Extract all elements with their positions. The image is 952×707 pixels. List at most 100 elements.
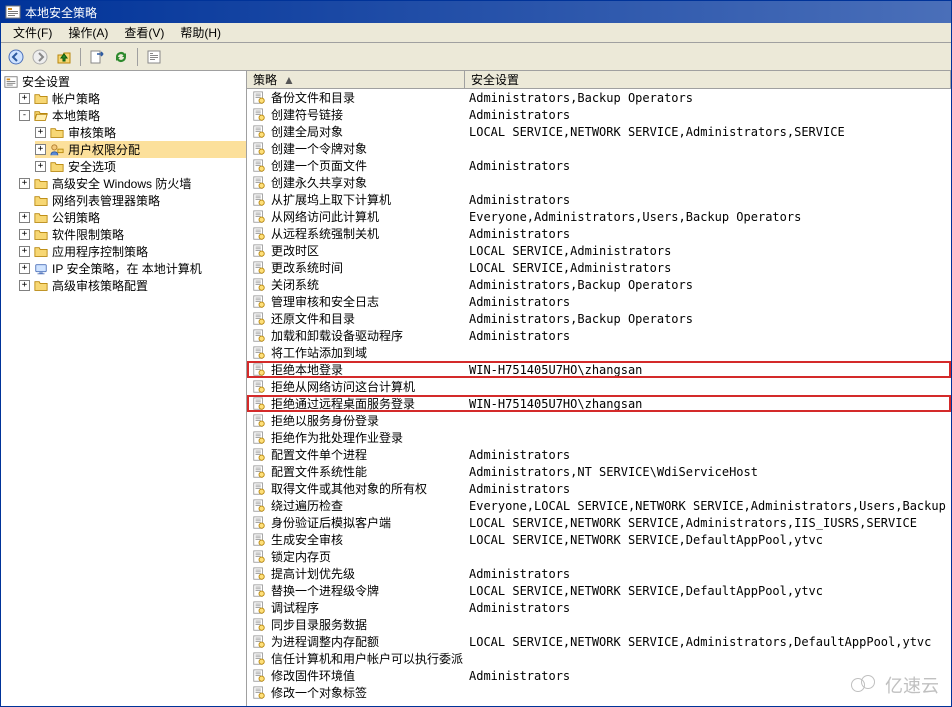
policy-row[interactable]: 拒绝以服务身份登录 [247, 412, 951, 429]
policy-name: 创建符号链接 [271, 106, 343, 123]
tree-panel[interactable]: 安全设置+帐户策略-本地策略+审核策略+用户权限分配+安全选项+高级安全 Win… [1, 71, 247, 706]
policy-row[interactable]: 取得文件或其他对象的所有权Administrators [247, 480, 951, 497]
policy-row[interactable]: 更改系统时间LOCAL SERVICE,Administrators [247, 259, 951, 276]
policy-row[interactable]: 修改固件环境值Administrators [247, 667, 951, 684]
policy-row[interactable]: 锁定内存页 [247, 548, 951, 565]
policy-row[interactable]: 调试程序Administrators [247, 599, 951, 616]
policy-row[interactable]: 创建全局对象LOCAL SERVICE,NETWORK SERVICE,Admi… [247, 123, 951, 140]
list-rows[interactable]: 备份文件和目录Administrators,Backup Operators创建… [247, 89, 951, 706]
expand-toggle[interactable]: + [19, 263, 30, 274]
policy-row[interactable]: 拒绝从网络访问这台计算机 [247, 378, 951, 395]
policy-row[interactable]: 绕过遍历检查Everyone,LOCAL SERVICE,NETWORK SER… [247, 497, 951, 514]
tree-item-label: IP 安全策略，在 本地计算机 [52, 260, 202, 277]
policy-row[interactable]: 创建一个页面文件Administrators [247, 157, 951, 174]
policy-icon [251, 482, 267, 496]
policy-row[interactable]: 创建一个令牌对象 [247, 140, 951, 157]
policy-icon [251, 159, 267, 173]
policy-row[interactable]: 备份文件和目录Administrators,Backup Operators [247, 89, 951, 106]
refresh-button[interactable] [110, 46, 132, 68]
expand-toggle[interactable]: + [35, 161, 46, 172]
policy-setting: WIN-H751405U7HO\zhangsan [469, 397, 642, 411]
expand-toggle[interactable]: + [19, 178, 30, 189]
expand-toggle[interactable]: + [19, 280, 30, 291]
policy-row[interactable]: 创建永久共享对象 [247, 174, 951, 191]
folder-icon [33, 92, 49, 106]
expand-toggle[interactable]: - [19, 110, 30, 121]
tree-item-label: 高级审核策略配置 [52, 277, 148, 294]
policy-row[interactable]: 从远程系统强制关机Administrators [247, 225, 951, 242]
up-button[interactable] [53, 46, 75, 68]
folder-icon [49, 126, 65, 140]
tree-item[interactable]: +用户权限分配 [35, 141, 246, 158]
policy-row[interactable]: 同步目录服务数据 [247, 616, 951, 633]
policy-row[interactable]: 配置文件系统性能Administrators,NT SERVICE\WdiSer… [247, 463, 951, 480]
policy-name: 加载和卸载设备驱动程序 [271, 327, 403, 344]
policy-icon [251, 618, 267, 632]
policy-name: 拒绝从网络访问这台计算机 [271, 378, 415, 395]
policy-row[interactable]: 还原文件和目录Administrators,Backup Operators [247, 310, 951, 327]
policy-row[interactable]: 信任计算机和用户帐户可以执行委派 [247, 650, 951, 667]
tree-item[interactable]: +公钥策略 [19, 209, 246, 226]
tree-item[interactable]: +应用程序控制策略 [19, 243, 246, 260]
policy-row[interactable]: 管理审核和安全日志Administrators [247, 293, 951, 310]
policy-row[interactable]: 为进程调整内存配额LOCAL SERVICE,NETWORK SERVICE,A… [247, 633, 951, 650]
policy-setting: Everyone,Administrators,Users,Backup Ope… [469, 210, 801, 224]
column-policy[interactable]: 策略 ▲ [247, 71, 465, 88]
menu-file[interactable]: 文件(F) [5, 24, 60, 41]
list-panel: 策略 ▲ 安全设置 备份文件和目录Administrators,Backup O… [247, 71, 951, 706]
tree-item[interactable]: -本地策略 [19, 107, 246, 124]
menu-action[interactable]: 操作(A) [60, 24, 116, 41]
policy-name: 提高计划优先级 [271, 565, 355, 582]
policy-row[interactable]: 从网络访问此计算机Everyone,Administrators,Users,B… [247, 208, 951, 225]
expand-toggle[interactable]: + [35, 127, 46, 138]
sort-indicator-icon: ▲ [283, 73, 295, 87]
tree-item[interactable]: 网络列表管理器策略 [19, 192, 246, 209]
expand-toggle[interactable]: + [19, 212, 30, 223]
folder-icon [33, 177, 49, 191]
policy-row[interactable]: 从扩展坞上取下计算机Administrators [247, 191, 951, 208]
tree-item[interactable]: +高级安全 Windows 防火墙 [19, 175, 246, 192]
policy-row[interactable]: 身份验证后模拟客户端LOCAL SERVICE,NETWORK SERVICE,… [247, 514, 951, 531]
back-button[interactable] [5, 46, 27, 68]
expand-toggle[interactable]: + [35, 144, 46, 155]
policy-row[interactable]: 修改一个对象标签 [247, 684, 951, 701]
policy-row[interactable]: 创建符号链接Administrators [247, 106, 951, 123]
policy-row[interactable]: 拒绝本地登录WIN-H751405U7HO\zhangsan [247, 361, 951, 378]
expand-toggle[interactable]: + [19, 93, 30, 104]
tree-item[interactable]: + 高级审核策略配置 [19, 277, 246, 294]
tree-item[interactable]: +帐户策略 [19, 90, 246, 107]
policy-row[interactable]: 配置文件单个进程Administrators [247, 446, 951, 463]
properties-button[interactable] [143, 46, 165, 68]
policy-icon [251, 295, 267, 309]
policy-icon [251, 91, 267, 105]
export-button[interactable] [86, 46, 108, 68]
expand-toggle[interactable]: + [19, 246, 30, 257]
policy-icon [251, 380, 267, 394]
tree-item[interactable]: + 安全选项 [35, 158, 246, 175]
tree-root[interactable]: 安全设置 [3, 73, 246, 90]
policy-row[interactable]: 拒绝通过远程桌面服务登录WIN-H751405U7HO\zhangsan [247, 395, 951, 412]
policy-row[interactable]: 生成安全审核LOCAL SERVICE,NETWORK SERVICE,Defa… [247, 531, 951, 548]
tree-item[interactable]: +软件限制策略 [19, 226, 246, 243]
policy-row[interactable]: 提高计划优先级Administrators [247, 565, 951, 582]
tree-item[interactable]: +审核策略 [35, 124, 246, 141]
policy-name: 关闭系统 [271, 276, 319, 293]
toolbar-separator [137, 48, 138, 66]
policy-row[interactable]: 加载和卸载设备驱动程序Administrators [247, 327, 951, 344]
policy-icon [251, 193, 267, 207]
policy-row[interactable]: 关闭系统Administrators,Backup Operators [247, 276, 951, 293]
tree-item-label: 安全选项 [68, 158, 116, 175]
menu-help[interactable]: 帮助(H) [172, 24, 229, 41]
forward-button[interactable] [29, 46, 51, 68]
policy-row[interactable]: 替换一个进程级令牌LOCAL SERVICE,NETWORK SERVICE,D… [247, 582, 951, 599]
expand-toggle[interactable]: + [19, 229, 30, 240]
column-setting[interactable]: 安全设置 [465, 71, 951, 88]
tree-item[interactable]: + IP 安全策略，在 本地计算机 [19, 260, 246, 277]
titlebar[interactable]: 本地安全策略 [1, 1, 951, 23]
policy-row[interactable]: 拒绝作为批处理作业登录 [247, 429, 951, 446]
list-header: 策略 ▲ 安全设置 [247, 71, 951, 89]
menu-view[interactable]: 查看(V) [116, 24, 172, 41]
policy-icon [251, 516, 267, 530]
policy-row[interactable]: 更改时区LOCAL SERVICE,Administrators [247, 242, 951, 259]
policy-row[interactable]: 将工作站添加到域 [247, 344, 951, 361]
